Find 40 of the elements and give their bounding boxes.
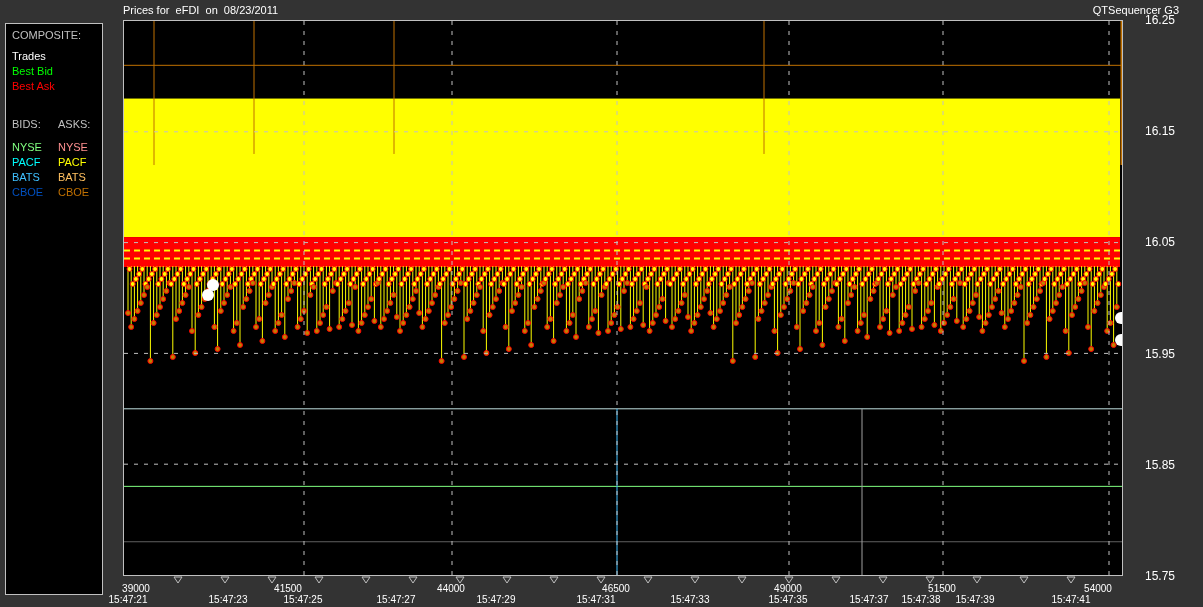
- y-axis-label: 16.15: [1145, 123, 1176, 141]
- legend-label: BATS: [58, 170, 87, 185]
- time-axis-label: 15:47:41: [1051, 593, 1091, 607]
- legend-label: Best Ask: [12, 79, 56, 94]
- time-axis-label: 15:47:33: [670, 593, 710, 607]
- x-axis-label: 49000: [774, 582, 802, 595]
- x-axis-label: 41500: [274, 582, 302, 595]
- time-axis-label: 15:47:31: [576, 593, 616, 607]
- legend-label: NYSE: [58, 140, 89, 155]
- application-title: QTSequencer G3: [1092, 2, 1179, 16]
- time-axis-label: 15:47:38: [901, 593, 941, 607]
- x-axis-label: 44000: [437, 582, 465, 596]
- y-axis-label: 16.05: [1145, 234, 1176, 252]
- x-axis-label: 39000: [122, 582, 150, 595]
- legend-label: CBOE: [58, 185, 91, 200]
- legend-label: CBOE: [12, 185, 45, 200]
- time-axis-label: 15:47:21: [108, 593, 148, 607]
- time-axis-label: 15:47:37: [849, 593, 889, 607]
- x-axis-label: 54000: [1084, 582, 1112, 595]
- y-axis-label: 15.95: [1145, 345, 1176, 363]
- y-axis-label: 15.75: [1145, 568, 1176, 585]
- legend-label: BATS: [12, 170, 41, 185]
- time-axis-label: 15:47:39: [955, 593, 995, 607]
- legend-label: Trades: [12, 49, 47, 64]
- x-axis-label: 51500: [928, 582, 956, 595]
- time-axis-label: 15:47:29: [476, 593, 516, 607]
- x-axis-label: 46500: [602, 582, 630, 595]
- legend-heading: BIDS:: [12, 117, 42, 132]
- legend-heading: ASKS:: [58, 117, 91, 132]
- legend-heading: COMPOSITE:: [12, 28, 83, 43]
- legend-label: PACF: [12, 155, 42, 170]
- legend-label: Best Bid: [12, 64, 54, 79]
- legend-label: NYSE: [12, 140, 43, 155]
- time-axis-label: 15:47:27: [376, 593, 416, 607]
- time-axis-label: 15:47:35: [768, 593, 808, 607]
- time-axis-label: 15:47:25: [283, 593, 323, 607]
- y-axis-label: 15.85: [1145, 456, 1176, 474]
- legend-label: PACF: [58, 155, 88, 170]
- time-axis-label: 15:47:23: [208, 593, 248, 607]
- chart-title: Prices for eFDI on 08/23/2011: [123, 2, 279, 18]
